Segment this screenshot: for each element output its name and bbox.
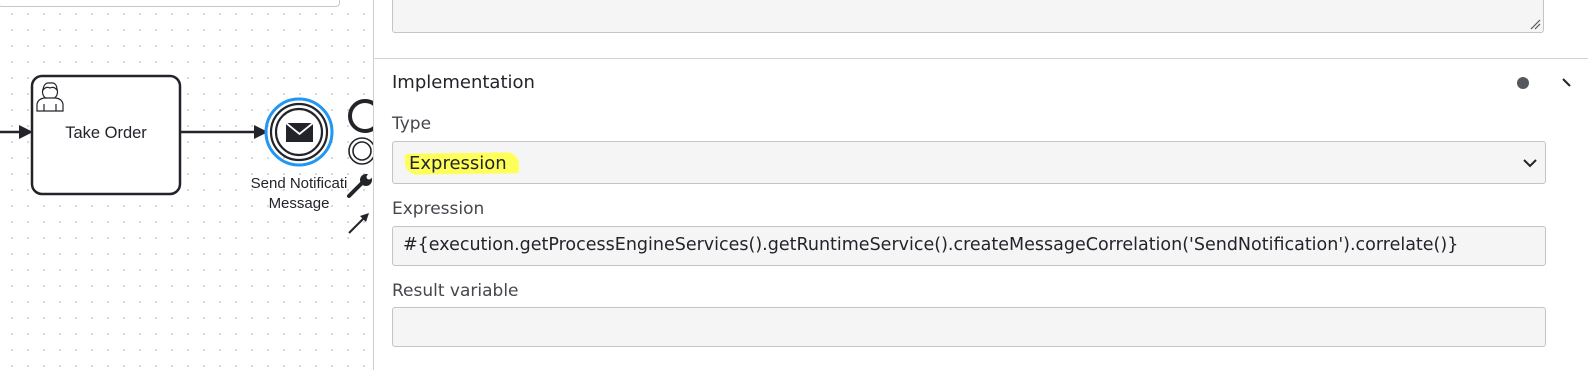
resize-grip-icon[interactable] [1529, 18, 1541, 30]
group-data-indicator-icon [1517, 77, 1529, 89]
expression-value: #{execution.getProcessEngineServices().g… [403, 235, 1459, 255]
chevron-down-icon [1523, 159, 1537, 168]
type-select[interactable]: Expression [392, 141, 1546, 184]
expression-label: Expression [392, 199, 485, 219]
implementation-group-title[interactable]: Implementation [392, 72, 535, 93]
expression-input[interactable]: #{execution.getProcessEngineServices().g… [392, 226, 1546, 266]
properties-panel: Implementation Type Expression Expressio… [374, 0, 1588, 370]
bpmn-canvas[interactable]: Take Order Send Notificati Message [0, 0, 374, 370]
task-label: Take Order [65, 124, 147, 142]
chevron-down-icon[interactable] [1560, 72, 1580, 94]
result-variable-input[interactable] [392, 307, 1546, 347]
event-label: Send Notificati Message [250, 175, 348, 212]
result-variable-label: Result variable [392, 281, 519, 301]
group-separator [374, 58, 1588, 59]
sequence-flow-to-event[interactable] [180, 125, 268, 139]
envelope-icon [285, 122, 314, 142]
incoming-sequence-flow[interactable] [0, 125, 33, 139]
end-event-icon[interactable] [348, 99, 374, 133]
previous-textarea[interactable] [392, 0, 1544, 33]
type-label: Type [392, 114, 432, 134]
intermediate-event-icon[interactable] [348, 137, 374, 165]
type-select-value: Expression [409, 153, 507, 174]
connect-arrow-icon[interactable] [348, 213, 369, 234]
